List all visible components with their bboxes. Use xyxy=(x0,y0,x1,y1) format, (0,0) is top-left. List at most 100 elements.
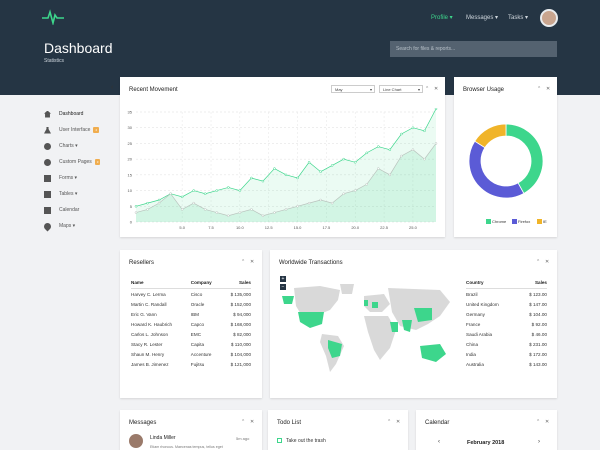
calendar-prev-icon[interactable]: ‹ xyxy=(438,439,440,445)
nav-messages[interactable]: Messages ▾ xyxy=(466,14,498,21)
data-point xyxy=(146,201,149,205)
table-row[interactable]: Carlos L. Johnson EMC $ 82,000 xyxy=(131,329,251,339)
sidebar-item-user-interface[interactable]: User Interface 4 xyxy=(44,124,114,136)
sidebar-item-forms[interactable]: Forms ▾ xyxy=(44,172,114,184)
map-uk[interactable] xyxy=(364,300,368,306)
pulse-logo-icon[interactable] xyxy=(42,9,64,25)
table-row[interactable]: Eric G. Vann IBM $ 94,000 xyxy=(131,309,251,319)
close-icon[interactable]: ✕ xyxy=(545,419,549,425)
data-point xyxy=(342,157,345,161)
close-icon[interactable]: ✕ xyxy=(396,419,400,425)
data-point xyxy=(215,211,219,214)
data-point xyxy=(377,145,380,148)
todo-card: Todo List ⌃ ✕ xyxy=(268,410,408,450)
close-icon[interactable]: ✕ xyxy=(434,86,438,92)
table-row[interactable]: China $ 231.00 xyxy=(466,339,547,349)
data-point xyxy=(192,189,195,192)
home-icon xyxy=(44,110,51,118)
table-cell: Capita xyxy=(190,341,205,347)
page-title: Dashboard xyxy=(44,40,113,56)
nav-profile[interactable]: Profile ▾ xyxy=(431,14,453,21)
close-icon[interactable]: ✕ xyxy=(546,86,550,92)
user-avatar[interactable] xyxy=(540,9,558,27)
table-row[interactable]: Brazil $ 123.00 xyxy=(466,289,547,300)
table-row[interactable]: Australia $ 143.00 xyxy=(466,359,547,369)
calendar-next-icon[interactable]: › xyxy=(538,439,540,445)
map-australia[interactable] xyxy=(420,344,446,362)
column-header[interactable]: Name xyxy=(131,278,191,289)
collapse-icon[interactable]: ⌃ xyxy=(425,86,429,92)
todo-checkbox[interactable] xyxy=(277,438,282,443)
sidebar-item-calendar[interactable]: Calendar xyxy=(44,204,114,216)
sidebar-item-dashboard[interactable]: Dashboard xyxy=(44,108,114,120)
data-point xyxy=(388,173,392,177)
table-row[interactable]: Germany $ 104.00 xyxy=(466,309,547,319)
y-tick-label: 5 xyxy=(130,204,133,209)
map-alaska[interactable] xyxy=(282,296,294,304)
map-germany[interactable] xyxy=(372,302,378,308)
sidebar-item-tables[interactable]: Tables ▾ xyxy=(44,188,114,200)
legend-swatch xyxy=(537,219,542,224)
data-point xyxy=(377,167,380,170)
close-icon[interactable]: ✕ xyxy=(250,259,254,265)
sidebar-item-custom-pages[interactable]: Custom Pages 3 xyxy=(44,156,114,168)
map-greenland[interactable] xyxy=(340,284,354,294)
table-cell: Australia xyxy=(466,361,484,367)
collapse-icon[interactable]: ⌃ xyxy=(536,259,540,265)
table-row[interactable]: France $ 92.00 xyxy=(466,319,547,329)
table-cell: Howard K. Haubrich xyxy=(131,321,173,327)
list-icon xyxy=(44,174,51,182)
sidebar-toggle-icon[interactable]: ‹ xyxy=(111,84,113,91)
world-map[interactable] xyxy=(280,282,455,377)
data-point xyxy=(353,189,357,192)
nav-tasks[interactable]: Tasks ▾ xyxy=(508,14,528,21)
browser-donut-chart xyxy=(468,123,544,199)
column-header[interactable]: Company xyxy=(190,278,222,289)
chart-type-select[interactable]: Line Chart ▾ xyxy=(379,85,423,93)
table-row[interactable]: Harvey C. Lerma Cisco $ 135,000 xyxy=(131,289,251,300)
table-cell: Fujitsu xyxy=(190,361,205,367)
period-select[interactable]: May ▾ xyxy=(331,85,375,93)
table-row[interactable]: India $ 172.00 xyxy=(466,349,547,359)
table-row[interactable]: Shaun M. Henry Accenture $ 104,000 xyxy=(131,349,251,359)
table-row[interactable]: United Kingdom $ 147.00 xyxy=(466,299,547,309)
map-usa[interactable] xyxy=(298,312,324,328)
card-title: Browser Usage xyxy=(463,87,505,93)
chevron-down-icon: ▾ xyxy=(369,87,372,92)
sidebar-item-charts[interactable]: Charts ▾ xyxy=(44,140,114,152)
table-cell: IBM xyxy=(190,311,199,317)
collapse-icon[interactable]: ⌃ xyxy=(241,259,245,265)
table-cell: India xyxy=(466,351,476,357)
column-header[interactable]: Country xyxy=(466,278,519,289)
data-point xyxy=(238,189,242,192)
legend-label: Chrome xyxy=(492,219,507,224)
column-header[interactable]: Sales xyxy=(221,278,251,289)
close-icon[interactable]: ✕ xyxy=(545,259,549,265)
collapse-icon[interactable]: ⌃ xyxy=(241,419,245,425)
movement-chart: 0 5 10 15 20 25 30 35 5.0 7.5 10.0 12.5 15.0 17.5 20.0… xyxy=(128,108,438,230)
data-point xyxy=(342,192,345,195)
table-row[interactable]: James B. Jimenez Fujitsu $ 121,000 xyxy=(131,359,251,369)
column-header[interactable]: Sales xyxy=(518,278,547,289)
close-icon[interactable]: ✕ xyxy=(250,419,254,425)
collapse-icon[interactable]: ⌃ xyxy=(536,419,540,425)
legend-firefox: Firefox xyxy=(512,219,530,224)
message-sender[interactable]: Linda Miller xyxy=(150,435,176,441)
table-cell: Saudi Arabia xyxy=(466,331,493,337)
data-point xyxy=(330,164,334,167)
table-cell: United Kingdom xyxy=(466,301,499,307)
data-point xyxy=(400,154,403,158)
table-row[interactable]: Martin C. Randall Oracle $ 152,000 xyxy=(131,299,251,309)
sidebar-item-maps[interactable]: Maps ▾ xyxy=(42,220,114,232)
collapse-icon[interactable]: ⌃ xyxy=(387,419,391,425)
x-tick-label: 5.0 xyxy=(179,225,185,230)
table-row[interactable]: Saudi Arabia $ 46.00 xyxy=(466,329,547,339)
data-point xyxy=(250,208,253,211)
table-row[interactable]: Howard K. Haubrich Capco $ 168,000 xyxy=(131,319,251,329)
collapse-icon[interactable]: ⌃ xyxy=(537,86,541,92)
map-india[interactable] xyxy=(402,320,412,332)
search-input[interactable] xyxy=(390,41,557,57)
pie-icon xyxy=(44,142,51,150)
table-row[interactable]: Stacy R. Lester Capita $ 110,000 xyxy=(131,339,251,349)
card-title: Resellers xyxy=(129,260,155,266)
